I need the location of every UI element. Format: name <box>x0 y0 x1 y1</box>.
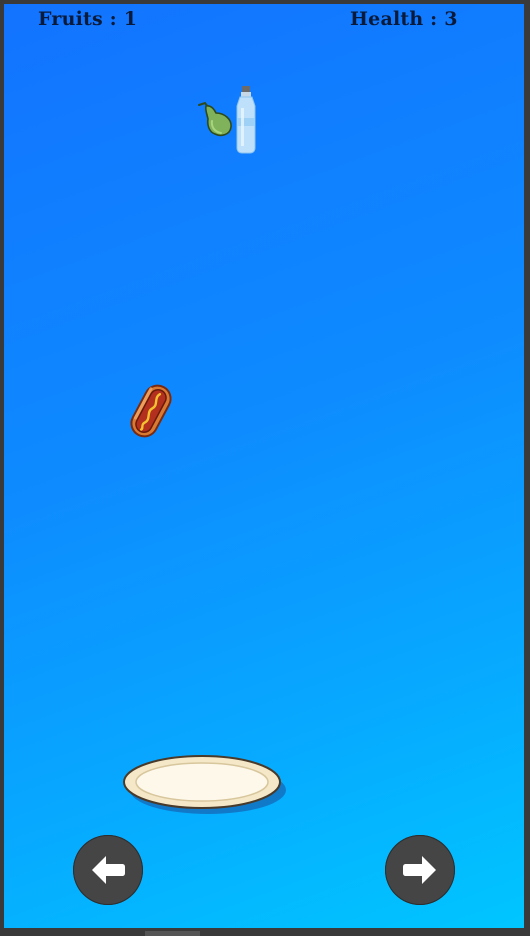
scroll-indicator <box>145 931 200 936</box>
arrow-right-icon <box>403 856 436 884</box>
fruits-counter: Fruits : 1 <box>38 8 138 30</box>
water-bottle-icon <box>236 86 256 154</box>
arrow-left-icon <box>92 856 125 884</box>
hotdog-icon <box>130 384 172 438</box>
device-frame: Fruits : 1 Health : 3 <box>0 0 530 936</box>
game-canvas[interactable]: Fruits : 1 Health : 3 <box>4 4 524 928</box>
health-counter: Health : 3 <box>350 8 458 30</box>
move-right-button[interactable] <box>385 835 455 905</box>
move-left-button[interactable] <box>73 835 143 905</box>
plate-player[interactable] <box>118 752 288 818</box>
